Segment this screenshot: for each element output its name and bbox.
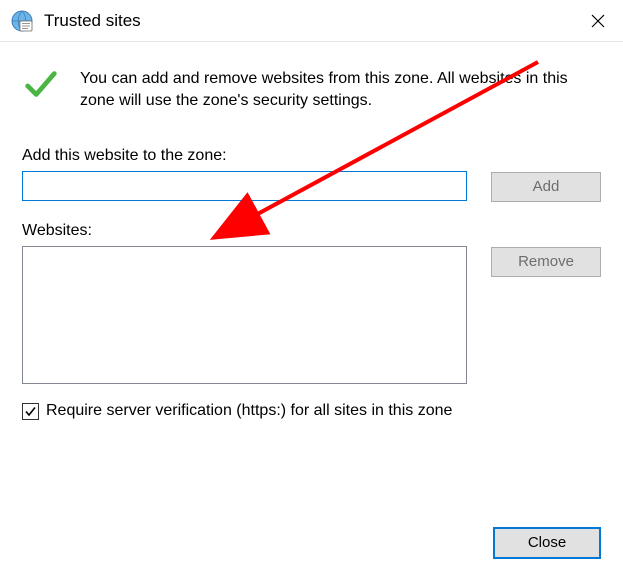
require-https-label: Require server verification (https:) for… xyxy=(46,402,452,420)
require-https-checkbox[interactable] xyxy=(22,403,39,420)
dialog-content: You can add and remove websites from thi… xyxy=(0,42,623,430)
checkmark-icon xyxy=(22,66,60,108)
title-bar: Trusted sites xyxy=(0,0,623,42)
checkmark-small-icon xyxy=(24,405,37,418)
window-title: Trusted sites xyxy=(44,11,141,31)
close-button[interactable]: Close xyxy=(493,527,601,559)
footer: Close xyxy=(493,527,601,559)
window-close-button[interactable] xyxy=(573,0,623,42)
close-icon xyxy=(591,14,605,28)
remove-button[interactable]: Remove xyxy=(491,247,601,277)
globe-icon xyxy=(10,9,34,33)
add-button[interactable]: Add xyxy=(491,172,601,202)
websites-label: Websites: xyxy=(22,222,467,240)
websites-listbox[interactable] xyxy=(22,246,467,384)
add-website-input[interactable] xyxy=(22,171,467,201)
info-text: You can add and remove websites from thi… xyxy=(80,66,601,111)
add-website-label: Add this website to the zone: xyxy=(22,147,467,165)
